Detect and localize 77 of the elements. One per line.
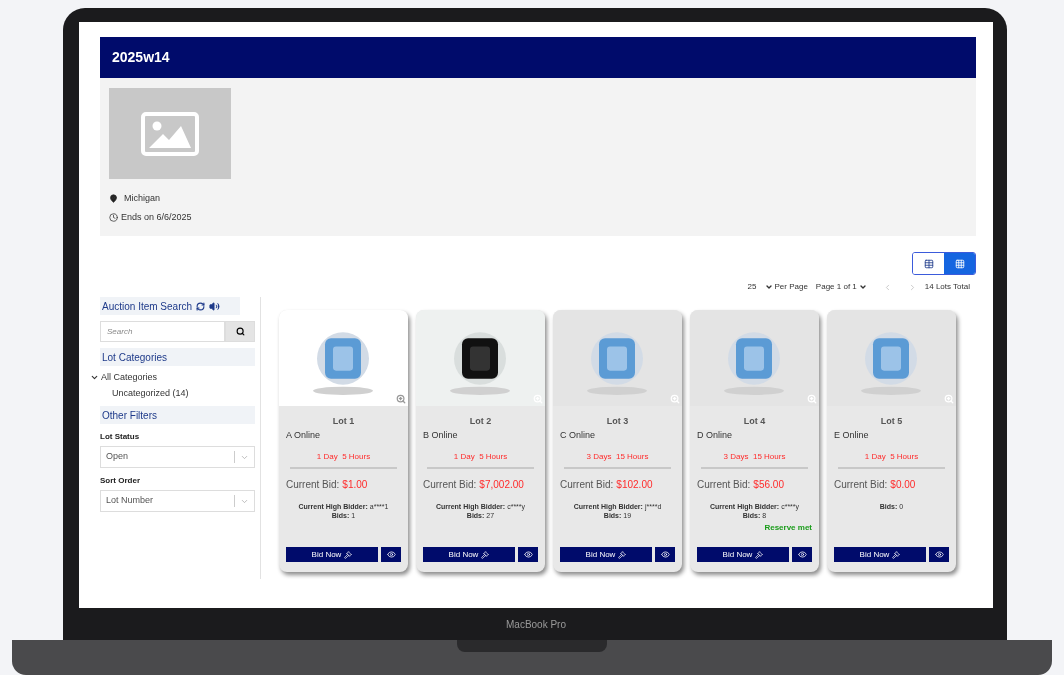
eye-icon (934, 550, 944, 559)
category-item[interactable]: All Categories (101, 371, 158, 385)
zoom-icon[interactable] (396, 394, 406, 404)
categories-title: Lot Categories (102, 350, 168, 365)
search-field[interactable]: Search (100, 321, 225, 342)
time-left: 1 Day 5 Hours (864, 451, 919, 463)
eye-icon (523, 550, 533, 559)
lot-title: C Online (560, 428, 596, 442)
reserve-status: Reserve met (764, 522, 812, 534)
gavel-icon (344, 550, 353, 559)
watch-button[interactable] (381, 547, 401, 562)
watch-button[interactable] (929, 547, 949, 562)
bid-now-button[interactable]: Bid Now (834, 547, 926, 562)
current-bid-amount: $56.00 (753, 478, 784, 492)
per-page-label: Per Page (774, 281, 808, 293)
per-page-value[interactable]: 25 (747, 281, 757, 293)
filter-label: Sort Order (100, 475, 141, 487)
bid-now-button[interactable]: Bid Now (423, 547, 515, 562)
lot-number: Lot 5 (880, 415, 903, 428)
current-bid-amount: $1.00 (342, 478, 368, 492)
lot-title: E Online (834, 428, 870, 442)
time-left: 1 Day 5 Hours (453, 451, 508, 463)
search-button[interactable] (225, 321, 255, 342)
gavel-icon (481, 550, 490, 559)
current-bid-label: Current Bid: (423, 478, 477, 492)
speaker-icon[interactable] (209, 300, 221, 312)
current-bid-amount: $102.00 (616, 478, 653, 492)
page-indicator[interactable]: Page 1 of 1 (815, 281, 857, 293)
refresh-icon[interactable] (196, 301, 206, 311)
current-bid-amount: $0.00 (890, 478, 916, 492)
filter-select[interactable]: Lot Number (100, 490, 255, 512)
filter-label: Lot Status (100, 431, 141, 443)
watch-button[interactable] (792, 547, 812, 562)
gavel-icon (618, 550, 627, 559)
eye-icon (386, 550, 396, 559)
eye-icon (797, 550, 807, 559)
time-left: 1 Day 5 Hours (316, 451, 371, 463)
filters-title: Other Filters (102, 408, 157, 423)
location-icon (109, 194, 118, 204)
dropdown-icon[interactable] (858, 283, 867, 291)
lot-number: Lot 3 (606, 415, 629, 428)
image-icon (141, 111, 199, 156)
search-title: Auction Item Search (102, 299, 193, 314)
current-bid-label: Current Bid: (560, 478, 614, 492)
time-left: 3 Days 15 Hours (723, 451, 786, 463)
current-bid-label: Current Bid: (834, 478, 888, 492)
lots-total: 14 Lots Total (924, 281, 970, 293)
lot-title: B Online (423, 428, 459, 442)
watch-button[interactable] (518, 547, 538, 562)
category-item[interactable]: Uncategorized (14) (112, 386, 255, 400)
current-bid-label: Current Bid: (697, 478, 751, 492)
location-text: Michigan (124, 192, 161, 205)
device-label: MacBook Pro (506, 617, 566, 632)
lot-number: Lot 2 (469, 415, 492, 428)
current-bid-label: Current Bid: (286, 478, 340, 492)
grid-icon (954, 258, 965, 269)
lot-number: Lot 1 (332, 415, 355, 428)
gavel-icon (755, 550, 764, 559)
current-bid-amount: $7,002.00 (479, 478, 524, 492)
lot-number: Lot 4 (743, 415, 766, 428)
bid-now-button[interactable]: Bid Now (286, 547, 378, 562)
eye-icon (660, 550, 670, 559)
search-icon (235, 327, 245, 336)
end-date-text: Ends on 6/6/2025 (121, 210, 192, 224)
dropdown-icon[interactable] (764, 283, 773, 291)
bid-now-button[interactable]: Bid Now (560, 547, 652, 562)
grid-view-button[interactable] (944, 253, 975, 274)
time-left: 3 Days 15 Hours (586, 451, 649, 463)
auction-title: 2025w14 (112, 48, 170, 67)
bid-now-button[interactable]: Bid Now (697, 547, 789, 562)
gavel-icon (892, 550, 901, 559)
filter-select[interactable]: Open (100, 446, 255, 468)
clock-icon (109, 212, 118, 222)
lot-title: A Online (286, 428, 322, 442)
watch-button[interactable] (655, 547, 675, 562)
table-icon (923, 258, 934, 269)
lot-title: D Online (697, 428, 733, 442)
